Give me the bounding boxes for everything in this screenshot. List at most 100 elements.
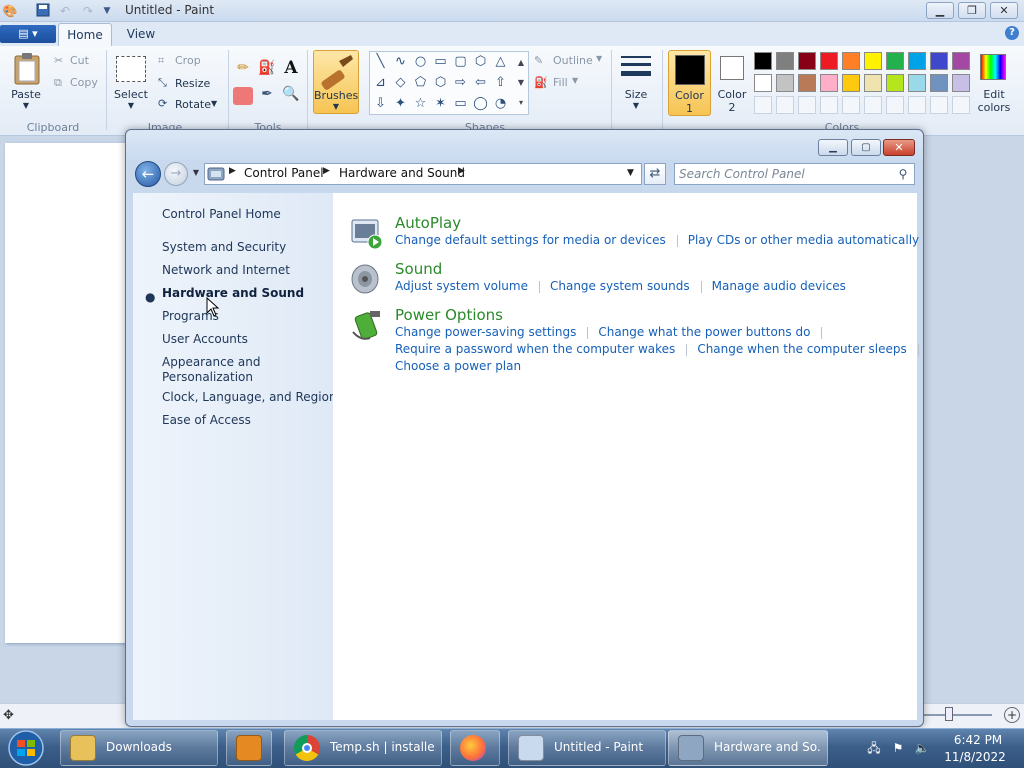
forward-button[interactable]: → [164, 162, 188, 186]
volume-tray-icon[interactable]: 🔈 [914, 740, 930, 756]
nav-item-system-and-security[interactable]: System and Security [162, 240, 286, 255]
shape-four-point-star-icon[interactable]: ✦ [392, 95, 409, 112]
category-link[interactable]: Change default settings for media or dev… [395, 233, 666, 247]
shape-curve-icon[interactable]: ∿ [392, 53, 409, 70]
shape-left-arrow-icon[interactable]: ⇦ [472, 74, 489, 91]
shape-rect-callout-icon[interactable]: ▭ [452, 95, 469, 112]
breadcrumb-hardware-and-sound[interactable]: Hardware and Sound [339, 166, 465, 180]
zoom-slider[interactable] [924, 714, 992, 716]
tab-view[interactable]: View [118, 23, 164, 46]
shape-rectangle-icon[interactable]: ▭ [432, 53, 449, 70]
network-tray-icon[interactable]: 🖧 [866, 740, 882, 756]
breadcrumb-arrow[interactable]: ▶ [458, 166, 465, 176]
palette-swatch[interactable] [776, 74, 794, 92]
shape-right-triangle-icon[interactable]: ⊿ [372, 74, 389, 91]
eraser-icon[interactable] [233, 87, 253, 105]
palette-swatch-empty[interactable] [776, 96, 794, 114]
palette-swatch[interactable] [842, 52, 860, 70]
search-input[interactable] [679, 166, 889, 182]
clipboard-icon[interactable] [12, 52, 42, 86]
cp-maximize-button[interactable]: ▢ [851, 139, 881, 156]
paint-restore-button[interactable]: ❐ [958, 2, 986, 19]
autoplay-icon[interactable] [350, 216, 384, 250]
palette-swatch-empty[interactable] [930, 96, 948, 114]
battery-icon[interactable] [350, 308, 384, 342]
category-link[interactable]: Change system sounds [550, 279, 690, 293]
shape-line-icon[interactable]: ╲ [372, 53, 389, 70]
palette-swatch[interactable] [952, 74, 970, 92]
text-tool-icon[interactable]: A [281, 58, 301, 80]
paste-dropdown-icon[interactable]: ▼ [6, 101, 46, 110]
category-link[interactable]: Adjust system volume [395, 279, 528, 293]
cp-close-button[interactable]: ✕ [883, 139, 915, 156]
palette-swatch[interactable] [952, 52, 970, 70]
category-title-power-options[interactable]: Power Options [395, 306, 503, 324]
category-link[interactable]: Change what the power buttons do [598, 325, 810, 339]
paint-app-icon[interactable]: 🎨 [2, 3, 18, 19]
brushes-button[interactable]: Brushes ▼ [313, 50, 359, 114]
palette-swatch-empty[interactable] [842, 96, 860, 114]
category-link[interactable]: Change when the computer sleeps [697, 342, 906, 356]
nav-item-appearance-and-personalization[interactable]: Appearance and Personalization [162, 355, 272, 385]
palette-swatch[interactable] [886, 74, 904, 92]
speaker-icon[interactable] [350, 262, 384, 296]
nav-item-network-and-internet[interactable]: Network and Internet [162, 263, 290, 278]
palette-swatch[interactable] [930, 74, 948, 92]
palette-swatch[interactable] [842, 74, 860, 92]
palette-swatch[interactable] [930, 52, 948, 70]
color1-button[interactable]: Color 1 [668, 50, 711, 116]
palette-swatch[interactable] [776, 52, 794, 70]
paint-minimize-button[interactable]: ▁ [926, 2, 954, 19]
customize-qat-icon[interactable]: ▼ [99, 3, 115, 19]
select-dropdown-icon[interactable]: ▼ [110, 101, 152, 110]
shape-cloud-callout-icon[interactable]: ◔ [492, 95, 509, 112]
palette-swatch[interactable] [798, 74, 816, 92]
shape-six-point-star-icon[interactable]: ✶ [432, 95, 449, 112]
back-button[interactable]: ← [135, 161, 161, 187]
nav-item-user-accounts[interactable]: User Accounts [162, 332, 248, 347]
crop-button[interactable]: Crop [175, 54, 201, 67]
palette-swatch-empty[interactable] [864, 96, 882, 114]
palette-swatch-empty[interactable] [798, 96, 816, 114]
select-icon[interactable] [116, 56, 146, 82]
color2-button[interactable]: Color 2 [712, 50, 752, 116]
zoom-in-icon[interactable]: + [1004, 707, 1020, 723]
cut-button[interactable]: Cut [70, 54, 89, 67]
resize-button[interactable]: Resize [175, 77, 210, 90]
redo-icon[interactable]: ↷ [80, 3, 96, 19]
edit-colors-label-1[interactable]: Edit [972, 88, 1016, 101]
tab-home[interactable]: Home [58, 23, 112, 46]
category-title-sound[interactable]: Sound [395, 260, 442, 278]
paste-button[interactable]: Paste [6, 88, 46, 101]
nav-item-ease-of-access[interactable]: Ease of Access [162, 413, 251, 428]
palette-swatch-empty[interactable] [820, 96, 838, 114]
outline-dropdown-icon[interactable]: ▼ [596, 54, 602, 63]
shape-diamond-icon[interactable]: ◇ [392, 74, 409, 91]
shape-down-arrow-icon[interactable]: ⇩ [372, 95, 389, 112]
drawing-canvas[interactable] [5, 143, 126, 643]
shape-up-arrow-icon[interactable]: ⇧ [492, 74, 509, 91]
copy-button[interactable]: Copy [70, 76, 98, 89]
palette-swatch-empty[interactable] [952, 96, 970, 114]
palette-swatch[interactable] [864, 52, 882, 70]
category-link[interactable]: Choose a power plan [395, 359, 521, 373]
category-link[interactable]: Manage audio devices [712, 279, 846, 293]
nav-control-panel-home[interactable]: Control Panel Home [162, 207, 281, 222]
save-icon[interactable] [35, 3, 51, 19]
action-center-tray-icon[interactable]: ⚑ [890, 740, 906, 756]
palette-swatch[interactable] [820, 74, 838, 92]
shape-hexagon-icon[interactable]: ⬡ [432, 74, 449, 91]
select-button[interactable]: Select [110, 88, 152, 101]
rotate-dropdown-icon[interactable]: ▼ [211, 99, 217, 108]
palette-swatch-empty[interactable] [908, 96, 926, 114]
address-dropdown-icon[interactable]: ▼ [627, 168, 634, 178]
breadcrumb-arrow[interactable]: ▶ [323, 166, 330, 176]
clock-time[interactable]: 6:42 PM [948, 733, 1008, 747]
shape-right-arrow-icon[interactable]: ⇨ [452, 74, 469, 91]
palette-swatch-empty[interactable] [754, 96, 772, 114]
undo-icon[interactable]: ↶ [57, 3, 73, 19]
start-button[interactable] [2, 729, 50, 767]
palette-swatch[interactable] [798, 52, 816, 70]
shape-pentagon-icon[interactable]: ⬠ [412, 74, 429, 91]
category-title-autoplay[interactable]: AutoPlay [395, 214, 461, 232]
